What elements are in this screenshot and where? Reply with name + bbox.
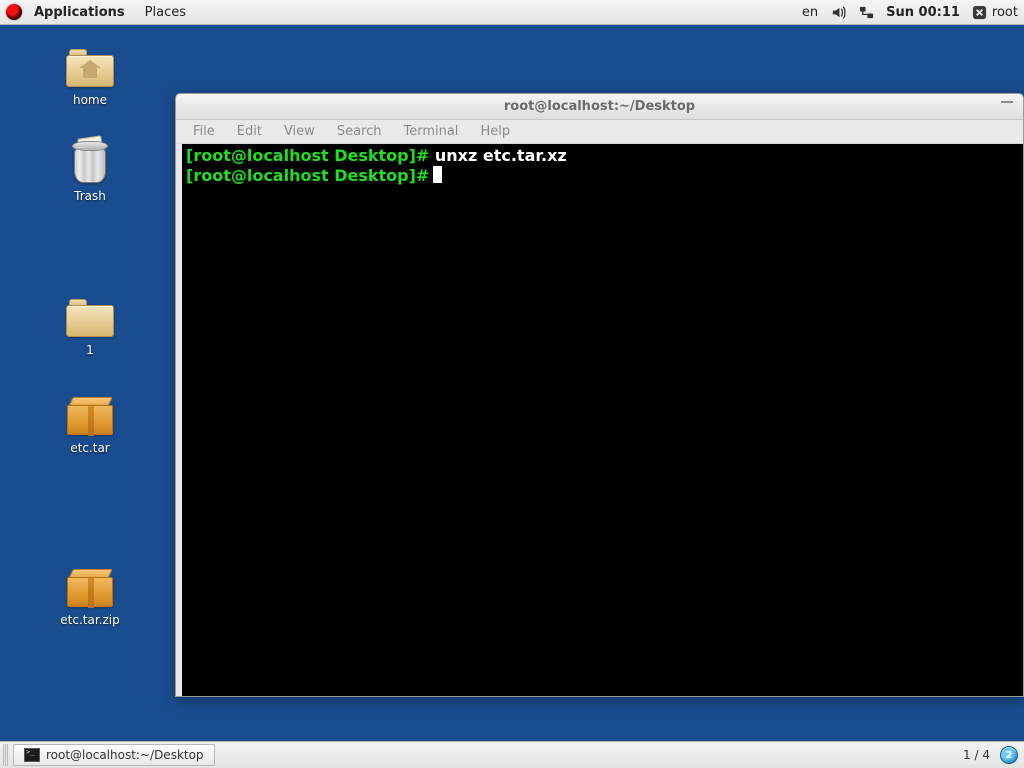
distro-logo-icon[interactable] [6,4,22,20]
terminal-line: [root@localhost Desktop]# [186,166,1019,186]
cursor-icon [433,166,442,183]
home-folder-icon [65,47,115,89]
desktop-icon-label: etc.tar [40,441,140,455]
desktop-icon-label: home [40,93,140,107]
desktop-icon-folder-1[interactable]: 1 [40,297,140,357]
workspace-indicator[interactable]: 1 / 4 [963,748,990,762]
desktop-icon-label: Trash [40,189,140,203]
user-error-icon [972,4,988,20]
desktop-icon-label: etc.tar.zip [40,613,140,627]
terminal-icon [24,748,40,762]
bottom-panel-right: 1 / 4 2 [963,746,1024,764]
menu-search[interactable]: Search [328,122,391,141]
menu-help[interactable]: Help [471,122,519,141]
terminal-titlebar[interactable]: root@localhost:~/Desktop [176,94,1023,120]
minimize-icon[interactable] [1001,101,1013,103]
bottom-panel: root@localhost:~/Desktop 1 / 4 2 [0,741,1024,768]
archive-icon [65,567,115,609]
clock[interactable]: Sun 00:11 [886,5,960,20]
panel-handle-icon[interactable] [3,744,9,766]
volume-icon[interactable] [830,4,846,20]
taskbar-button-label: root@localhost:~/Desktop [46,748,204,762]
shell-command: unxz etc.tar.xz [429,146,566,165]
folder-icon [65,297,115,339]
user-menu[interactable]: root [972,4,1018,20]
terminal-body[interactable]: [root@localhost Desktop]# unxz etc.tar.x… [182,144,1023,696]
terminal-line: [root@localhost Desktop]# unxz etc.tar.x… [186,146,1019,166]
window-title: root@localhost:~/Desktop [504,99,695,114]
top-panel-left: Applications Places [6,3,194,22]
desktop-icon-trash[interactable]: Trash [40,143,140,203]
desktop-icon-etc-tar-zip[interactable]: etc.tar.zip [40,567,140,627]
workspace-switcher-icon[interactable]: 2 [1000,746,1018,764]
terminal-window[interactable]: root@localhost:~/Desktop File Edit View … [175,93,1024,697]
menu-file[interactable]: File [184,122,224,141]
applications-menu[interactable]: Applications [26,3,133,22]
desktop[interactable]: home Trash 1 etc.tar etc.tar.zip root@lo… [0,25,1024,741]
terminal-menubar: File Edit View Search Terminal Help [176,120,1023,144]
desktop-icon-etc-tar[interactable]: etc.tar [40,395,140,455]
desktop-icon-label: 1 [40,343,140,357]
menu-terminal[interactable]: Terminal [394,122,467,141]
archive-icon [65,395,115,437]
shell-prompt: [root@localhost Desktop]# [186,166,429,185]
places-menu[interactable]: Places [137,3,194,22]
network-icon[interactable] [858,4,874,20]
user-label: root [992,5,1018,20]
shell-prompt: [root@localhost Desktop]# [186,146,429,165]
top-panel: Applications Places en Sun 00:11 root [0,0,1024,25]
taskbar-button-terminal[interactable]: root@localhost:~/Desktop [13,744,215,766]
top-panel-right: en Sun 00:11 root [802,4,1018,20]
menu-edit[interactable]: Edit [228,122,271,141]
trash-icon [65,143,115,185]
desktop-icon-home[interactable]: home [40,47,140,107]
menu-view[interactable]: View [275,122,324,141]
keyboard-layout-indicator[interactable]: en [802,5,818,20]
